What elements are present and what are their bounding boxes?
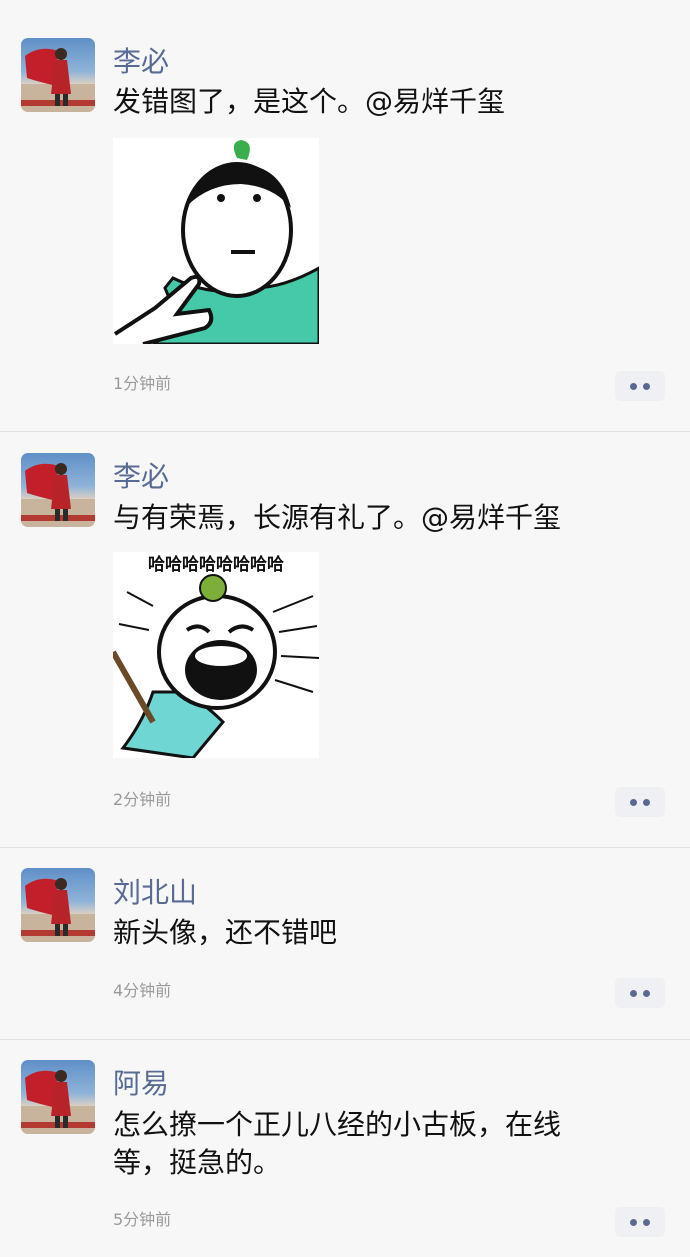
more-dots-icon	[643, 798, 650, 806]
comment-feed: 李必 发错图了，是这个。@易烊千玺 1分钟前 李必 与有荣焉，长源有礼了。@易烊…	[0, 0, 690, 1257]
comment-text: 新头像，还不错吧	[113, 916, 338, 949]
meme-image[interactable]	[113, 138, 319, 344]
comment-item: 李必 发错图了，是这个。@易烊千玺 1分钟前	[0, 0, 690, 432]
more-dots-icon	[630, 989, 637, 997]
avatar[interactable]	[21, 868, 95, 942]
comment-time: 4分钟前	[113, 981, 172, 1000]
comment-author[interactable]: 李必	[113, 45, 169, 79]
more-dots-icon	[643, 1218, 650, 1226]
comment-author[interactable]: 刘北山	[113, 876, 197, 910]
comment-time: 2分钟前	[113, 790, 172, 809]
comment-text: 发错图了，是这个。@易烊千玺	[113, 85, 506, 118]
comment-time: 1分钟前	[113, 374, 172, 393]
meme-image[interactable]: 哈哈哈哈哈哈哈哈	[113, 552, 319, 758]
more-dots-icon	[630, 1218, 637, 1226]
avatar[interactable]	[21, 38, 95, 112]
comment-item: 刘北山 新头像，还不错吧 4分钟前	[0, 848, 690, 1040]
comment-item: 阿易 怎么撩一个正儿八经的小古板，在线等，挺急的。 5分钟前	[0, 1040, 690, 1257]
more-dots-icon	[643, 989, 650, 997]
avatar[interactable]	[21, 1060, 95, 1134]
comment-item: 李必 与有荣焉，长源有礼了。@易烊千玺 哈哈哈哈哈哈哈哈 2分钟前	[0, 432, 690, 848]
comment-author[interactable]: 李必	[113, 460, 169, 494]
comment-author[interactable]: 阿易	[113, 1067, 169, 1101]
more-button[interactable]	[615, 371, 665, 401]
comment-text: 与有荣焉，长源有礼了。@易烊千玺	[113, 501, 562, 534]
comment-time: 5分钟前	[113, 1210, 172, 1229]
more-button[interactable]	[615, 978, 665, 1008]
comment-text: 怎么撩一个正儿八经的小古板，在线等，挺急的。	[113, 1108, 562, 1179]
avatar[interactable]	[21, 453, 95, 527]
more-dots-icon	[643, 382, 650, 390]
more-dots-icon	[630, 382, 637, 390]
more-button[interactable]	[615, 1207, 665, 1237]
more-button[interactable]	[615, 787, 665, 817]
meme-caption: 哈哈哈哈哈哈哈哈	[148, 554, 284, 575]
more-dots-icon	[630, 798, 637, 806]
